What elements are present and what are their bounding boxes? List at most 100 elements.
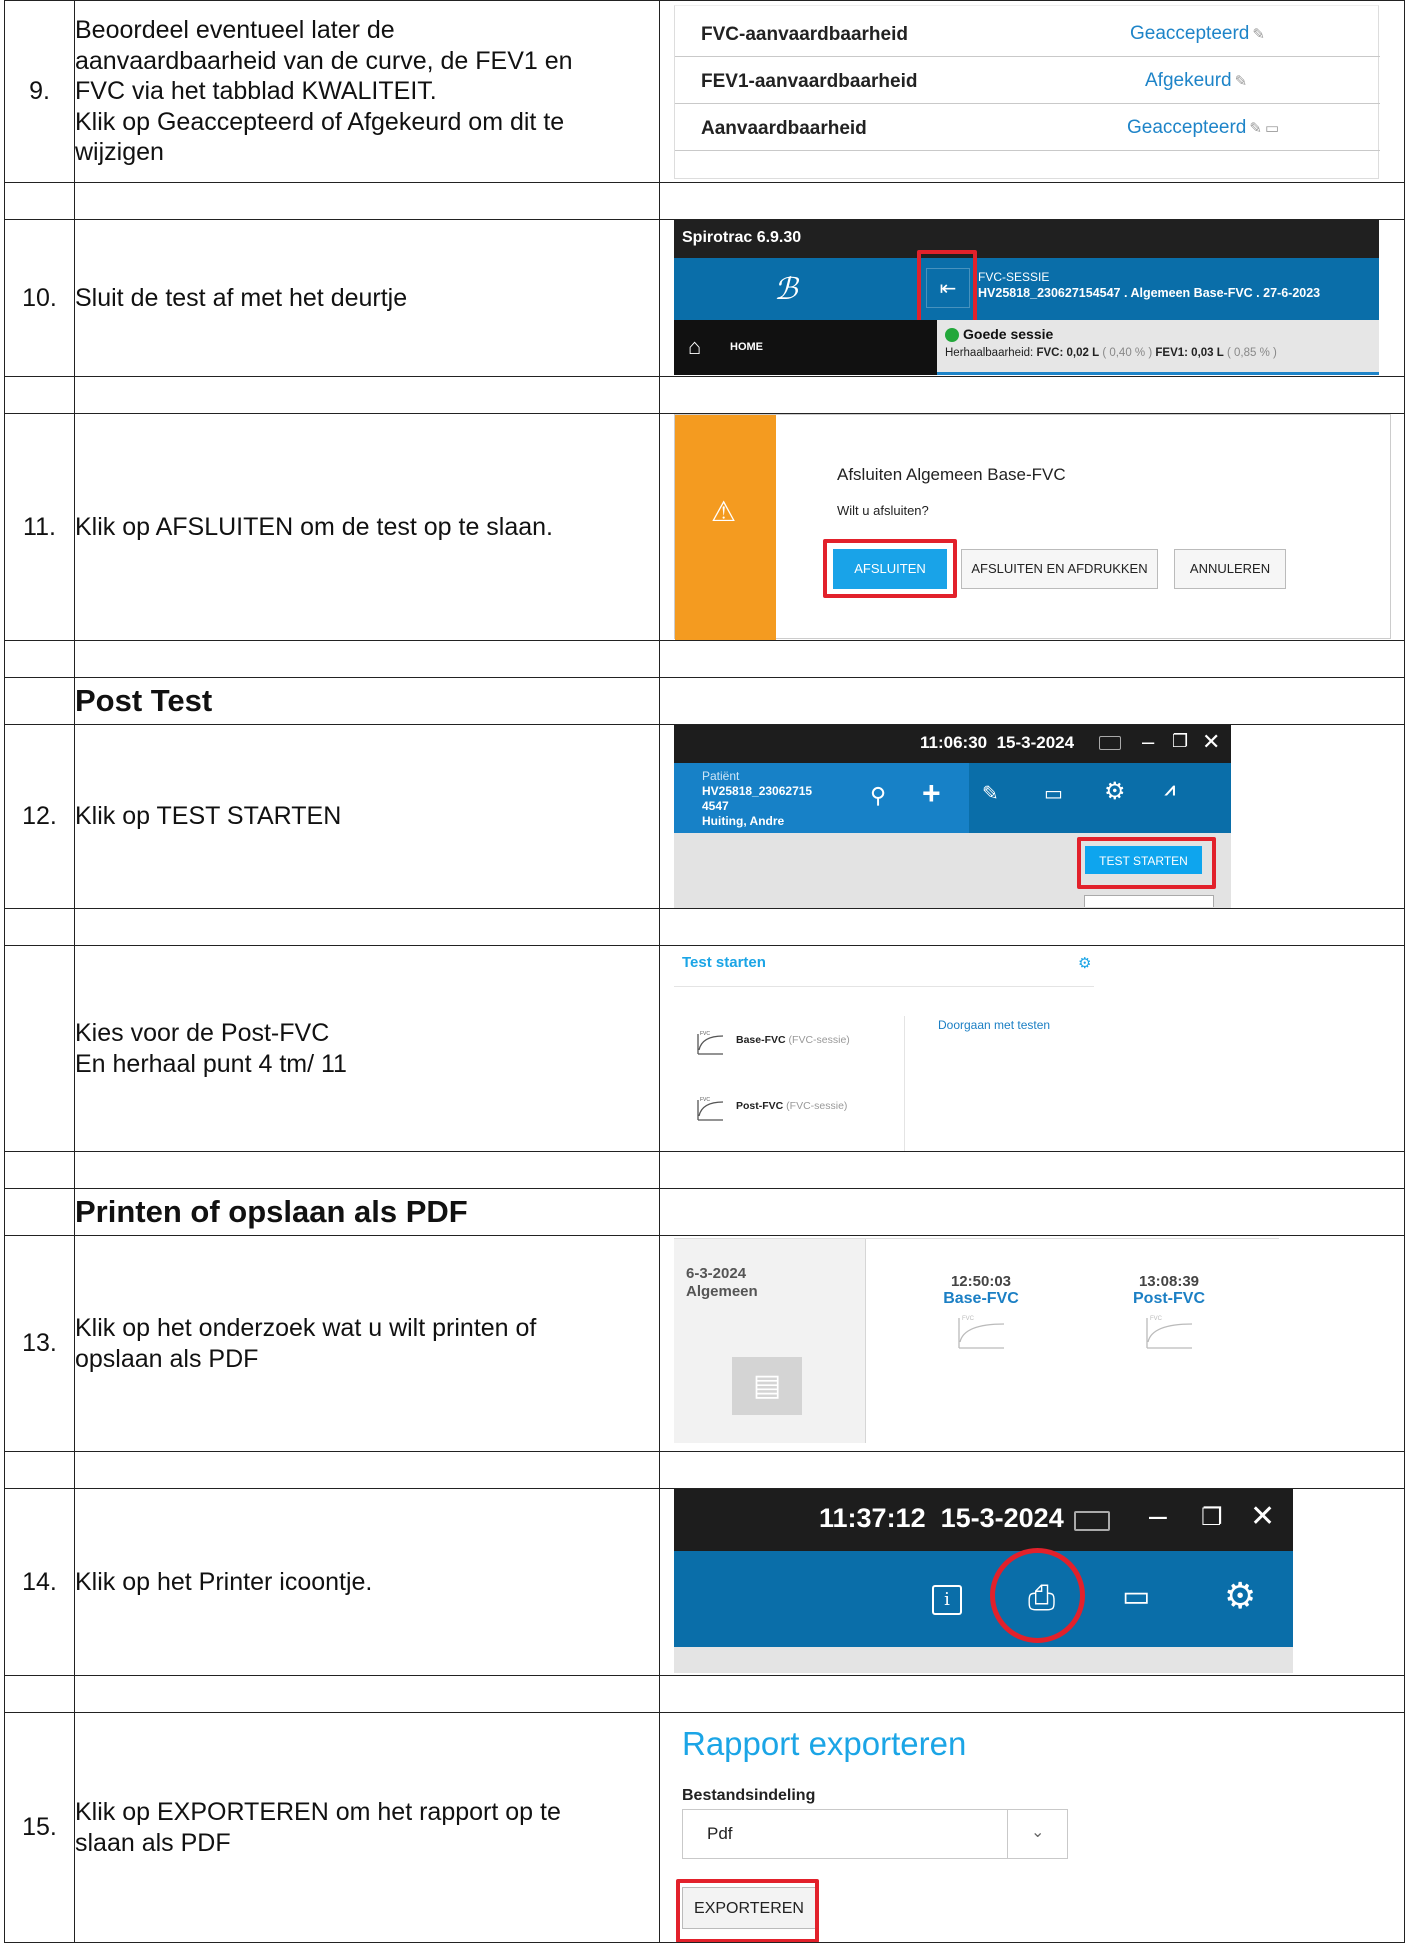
- keyboard-icon[interactable]: [1074, 1511, 1110, 1531]
- warning-icon: ⚠: [711, 496, 737, 527]
- home-label[interactable]: HOME: [730, 341, 763, 353]
- quality-table: FVC-aanvaardbaarheid Geaccepteerd ✎ FEV1-…: [674, 5, 1380, 179]
- cancel-button[interactable]: ANNULEREN: [1174, 549, 1286, 589]
- pencil-icon[interactable]: ✎: [982, 781, 999, 806]
- divider: [904, 1016, 905, 1151]
- close-and-print-button[interactable]: AFSLUITEN EN AFDRUKKEN: [961, 549, 1158, 589]
- panel-title: Test starten: [682, 954, 766, 971]
- restore-icon[interactable]: ❐: [1201, 1503, 1223, 1532]
- fvc-curve-icon: FVC: [697, 1031, 724, 1055]
- divider: [674, 986, 1094, 987]
- svg-text:FVC: FVC: [700, 1031, 710, 1037]
- spacer-row: [4, 1151, 1405, 1189]
- status-dot-icon: [945, 328, 959, 342]
- gear-icon[interactable]: ⚙: [1104, 777, 1126, 806]
- session-status: Goede sessie Herhaalbaarheid: FVC: 0,02 …: [937, 320, 1379, 375]
- step-number: 12.: [4, 724, 75, 909]
- format-label: Bestandsindeling: [682, 1787, 816, 1804]
- report-toolbar: i ⎙ ▭ ⚙: [674, 1551, 1293, 1647]
- spacer-row: [4, 376, 1405, 414]
- option-post-fvc[interactable]: FVC Post-FVC (FVC-sessie): [696, 1096, 847, 1127]
- quality-label: FEV1-aanvaardbaarheid: [701, 71, 918, 92]
- pencil-icon[interactable]: ✎: [1235, 73, 1248, 90]
- document-icon[interactable]: ▤: [732, 1357, 802, 1415]
- restore-icon[interactable]: ❐: [1172, 731, 1188, 752]
- patient-info: Patiënt HV25818_23062715 4547 Huiting, A…: [674, 763, 969, 833]
- close-icon[interactable]: ✕: [1202, 729, 1220, 755]
- step-row-13: 13. Klik op het onderzoek wat u wilt pri…: [4, 1235, 1405, 1452]
- step-text: Klik op AFSLUITEN om de test op te slaan…: [74, 413, 660, 641]
- info-icon[interactable]: i: [932, 1585, 962, 1615]
- step-line: wijzigen: [75, 138, 164, 167]
- exam-date-panel[interactable]: 6-3-2024 Algemeen ▤: [674, 1239, 866, 1443]
- section-heading: Post Test: [74, 677, 660, 725]
- highlight-start-box: [1077, 837, 1216, 889]
- exam-post-fvc[interactable]: 13:08:39 Post-FVC FVC: [1124, 1273, 1214, 1355]
- option-base-fvc[interactable]: FVC Base-FVC (FVC-sessie): [696, 1030, 850, 1061]
- spacer-row: [4, 640, 1405, 678]
- edit-report-icon[interactable]: ▭: [1044, 781, 1063, 806]
- screenshot-export-report: Rapport exporteren Bestandsindeling Pdf …: [659, 1712, 1405, 1943]
- patient-id: HV25818_23062715: [702, 784, 813, 798]
- window-title-bar: 11:37:12 15-3-2024 – ❐ ✕: [674, 1489, 1293, 1551]
- quality-value-link[interactable]: Geaccepteerd ✎: [1130, 23, 1265, 45]
- step-text: Kies voor de Post-FVC En herhaal punt 4 …: [74, 945, 660, 1152]
- exam-base-fvc[interactable]: 12:50:03 Base-FVC FVC: [936, 1273, 1026, 1355]
- quality-value-link[interactable]: Afgekeurd ✎: [1145, 70, 1247, 92]
- pencil-icon[interactable]: ✎: [1252, 26, 1265, 43]
- keyboard-icon[interactable]: [1099, 736, 1121, 750]
- screenshot-toolbar-print: 11:37:12 15-3-2024 – ❐ ✕ i ⎙ ▭ ⚙: [659, 1488, 1405, 1676]
- format-select[interactable]: Pdf ⌄: [682, 1809, 1068, 1859]
- fvc-curve-icon: FVC: [1146, 1316, 1193, 1349]
- pencil-icon[interactable]: ✎: [1249, 120, 1262, 137]
- patient-name: Huiting, Andre: [702, 814, 785, 828]
- quality-value-link[interactable]: Geaccepteerd ✎ ▭: [1127, 117, 1279, 139]
- fvc-curve-icon: FVC: [958, 1316, 1005, 1349]
- step-line: Klik op EXPORTEREN om het rapport op te: [75, 1798, 561, 1826]
- step-number: 14.: [4, 1488, 75, 1676]
- step-line: Klik op Geaccepteerd of Afgekeurd om dit…: [75, 107, 565, 136]
- exam-date: 6-3-2024: [686, 1265, 747, 1282]
- chevron-down-icon[interactable]: ⌄: [1031, 1822, 1044, 1842]
- home-icon[interactable]: ⌂: [688, 334, 701, 360]
- export-title: Rapport exporteren: [682, 1725, 967, 1762]
- patient-id-cont: 4547: [702, 799, 729, 813]
- step-number: [4, 945, 75, 1152]
- content-strip: [674, 1647, 1293, 1673]
- step-text: Beoordeel eventueel later de aanvaardbaa…: [74, 0, 660, 183]
- search-icon[interactable]: ⚲: [870, 783, 886, 809]
- step-line: Beoordeel eventueel later de: [75, 16, 395, 45]
- instruction-table: 9. Beoordeel eventueel later de aanvaard…: [4, 0, 1405, 1943]
- step-line: Klik op AFSLUITEN om de test op te slaan…: [75, 512, 554, 541]
- edit-report-icon[interactable]: ▭: [1122, 1579, 1150, 1614]
- exam-list: 6-3-2024 Algemeen ▤ 12:50:03 Base-FVC FV…: [674, 1238, 1279, 1443]
- quality-label: Aanvaardbaarheid: [701, 118, 867, 139]
- patient-label: Patiënt: [702, 769, 740, 783]
- step-text: Klik op het Printer icoontje.: [74, 1488, 660, 1676]
- dialog-question: Wilt u afsluiten?: [837, 503, 929, 518]
- gear-icon[interactable]: ⚙: [1224, 1575, 1256, 1617]
- clock: 11:37:12 15-3-2024: [819, 1503, 1064, 1533]
- screenshot-close-dialog: ⚠ Afsluiten Algemeen Base-FVC Wilt u afs…: [659, 413, 1405, 641]
- minimize-icon[interactable]: –: [1149, 1497, 1167, 1534]
- step-text: Klik op TEST STARTEN: [74, 724, 660, 909]
- session-id: HV25818_230627154547 . Algemeen Base-FVC…: [978, 286, 1321, 300]
- session-header: ℬ ⇤ FVC-SESSIE HV25818_230627154547 . Al…: [674, 258, 1379, 320]
- app-title-bar: Spirotrac 6.9.30: [674, 220, 1379, 258]
- step-number: 10.: [4, 219, 75, 377]
- continue-link[interactable]: Doorgaan met testen: [938, 1018, 1050, 1032]
- spacer-row: [4, 908, 1405, 946]
- close-icon[interactable]: ✕: [1250, 1499, 1275, 1534]
- home-nav[interactable]: ⌂ HOME: [674, 320, 937, 375]
- minimize-icon[interactable]: –: [1142, 729, 1154, 755]
- add-icon[interactable]: +: [922, 775, 941, 812]
- dialog-side-bar: ⚠: [675, 415, 776, 640]
- spacer-row: [4, 1451, 1405, 1489]
- gear-icon[interactable]: ⚙: [1078, 954, 1091, 972]
- format-value: Pdf: [707, 1824, 733, 1843]
- panel-edge: [1084, 895, 1214, 907]
- exam-category: Algemeen: [686, 1283, 758, 1300]
- select-divider: [1007, 1810, 1008, 1858]
- chart-icon[interactable]: ⩘: [1165, 779, 1175, 800]
- note-icon[interactable]: ▭: [1265, 120, 1279, 137]
